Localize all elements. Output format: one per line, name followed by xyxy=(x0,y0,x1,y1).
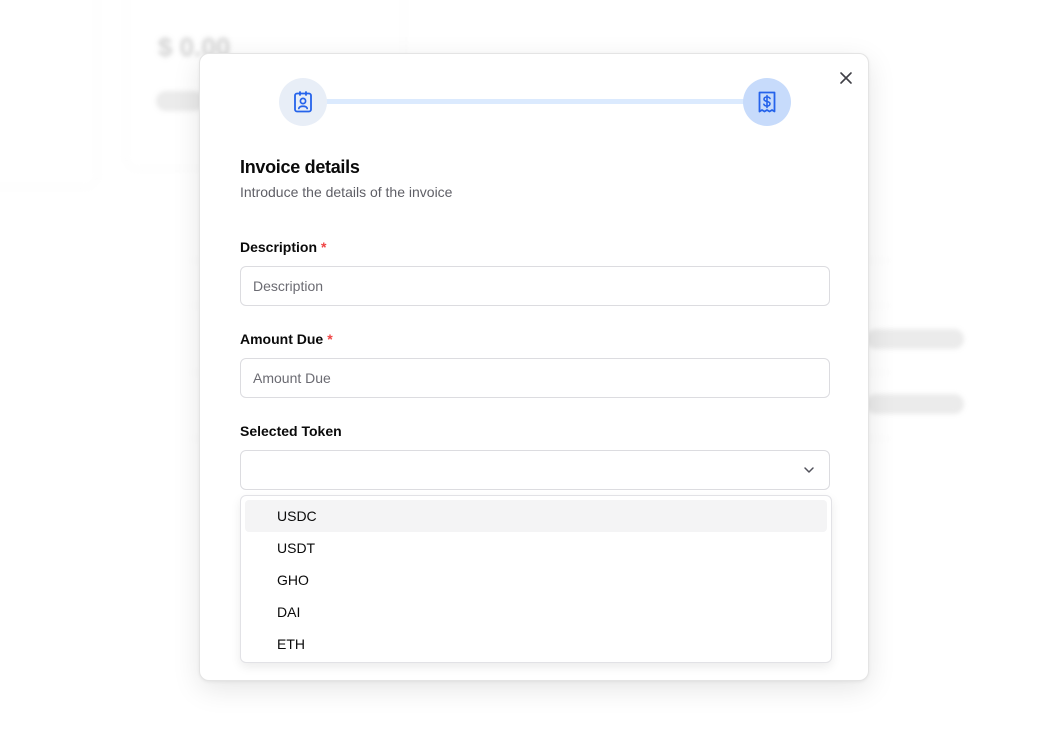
stepper-track xyxy=(303,99,767,104)
description-label-text: Description xyxy=(240,239,318,255)
description-input[interactable] xyxy=(240,266,830,306)
step-contact[interactable] xyxy=(279,78,327,126)
token-dropdown-menu: USDC USDT GHO DAI ETH xyxy=(240,495,832,663)
selected-token-label: Selected Token xyxy=(240,423,342,439)
token-option-eth[interactable]: ETH xyxy=(245,628,827,660)
required-marker: * xyxy=(321,239,327,255)
dialog-subtitle: Introduce the details of the invoice xyxy=(240,184,453,200)
token-option-usdt[interactable]: USDT xyxy=(245,532,827,564)
step-invoice[interactable] xyxy=(743,78,791,126)
close-button[interactable] xyxy=(837,69,855,87)
chevron-down-icon xyxy=(804,467,814,473)
amount-due-label: Amount Due * xyxy=(240,331,333,347)
dollar-receipt-icon xyxy=(758,91,776,113)
token-option-gho[interactable]: GHO xyxy=(245,564,827,596)
amount-due-label-text: Amount Due xyxy=(240,331,324,347)
token-option-dai[interactable]: DAI xyxy=(245,596,827,628)
contact-clipboard-icon xyxy=(294,91,312,113)
invoice-details-dialog: Invoice details Introduce the details of… xyxy=(199,53,869,681)
dialog-title: Invoice details xyxy=(240,157,360,177)
progress-stepper xyxy=(279,78,791,126)
amount-due-input[interactable] xyxy=(240,358,830,398)
description-label: Description * xyxy=(240,239,326,255)
selected-token-select[interactable] xyxy=(240,450,830,490)
token-option-usdc[interactable]: USDC xyxy=(245,500,827,532)
required-marker: * xyxy=(327,331,333,347)
close-icon xyxy=(840,72,852,84)
